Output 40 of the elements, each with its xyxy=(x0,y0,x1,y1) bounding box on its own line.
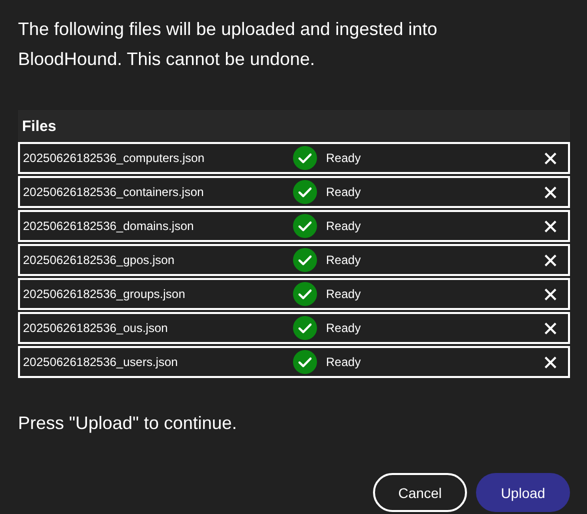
file-name: 20250626182536_computers.json xyxy=(22,151,206,165)
check-icon xyxy=(293,350,317,374)
status-text: Ready xyxy=(326,185,361,199)
close-icon xyxy=(544,186,557,198)
message-text: The following files will be uploaded and ingested into BloodHound. This cannot be undone. xyxy=(18,18,438,71)
table-header: Files xyxy=(18,110,570,142)
status-text: Ready xyxy=(326,321,361,335)
check-icon xyxy=(293,282,317,306)
remove-button[interactable] xyxy=(544,322,557,334)
remove-button[interactable] xyxy=(544,152,557,164)
file-name: 20250626182536_gpos.json xyxy=(22,253,176,267)
check-icon xyxy=(293,146,317,170)
remove-button[interactable] xyxy=(544,220,557,232)
prompt-text: Press "Upload" to continue. xyxy=(18,412,238,435)
close-icon xyxy=(544,322,557,334)
close-icon xyxy=(544,254,557,266)
status-text: Ready xyxy=(326,287,361,301)
file-name: 20250626182536_containers.json xyxy=(22,185,205,199)
close-icon xyxy=(544,220,557,232)
remove-button[interactable] xyxy=(544,186,557,198)
check-icon xyxy=(293,248,317,272)
status-text: Ready xyxy=(326,355,361,369)
file-name: 20250626182536_users.json xyxy=(22,355,179,369)
remove-button[interactable] xyxy=(544,288,557,300)
status-text: Ready xyxy=(326,253,361,267)
check-icon xyxy=(293,316,317,340)
remove-button[interactable] xyxy=(544,356,557,368)
remove-button[interactable] xyxy=(544,254,557,266)
file-name: 20250626182536_groups.json xyxy=(22,287,186,301)
close-icon xyxy=(544,152,557,164)
close-icon xyxy=(544,288,557,300)
close-icon xyxy=(544,356,557,368)
check-icon xyxy=(293,214,317,238)
cancel-button[interactable]: Cancel xyxy=(373,473,467,512)
file-name: 20250626182536_ous.json xyxy=(22,321,169,335)
status-text: Ready xyxy=(326,151,361,165)
check-icon xyxy=(293,180,317,204)
status-text: Ready xyxy=(326,219,361,233)
file-name: 20250626182536_domains.json xyxy=(22,219,195,233)
upload-button[interactable]: Upload xyxy=(476,473,570,512)
